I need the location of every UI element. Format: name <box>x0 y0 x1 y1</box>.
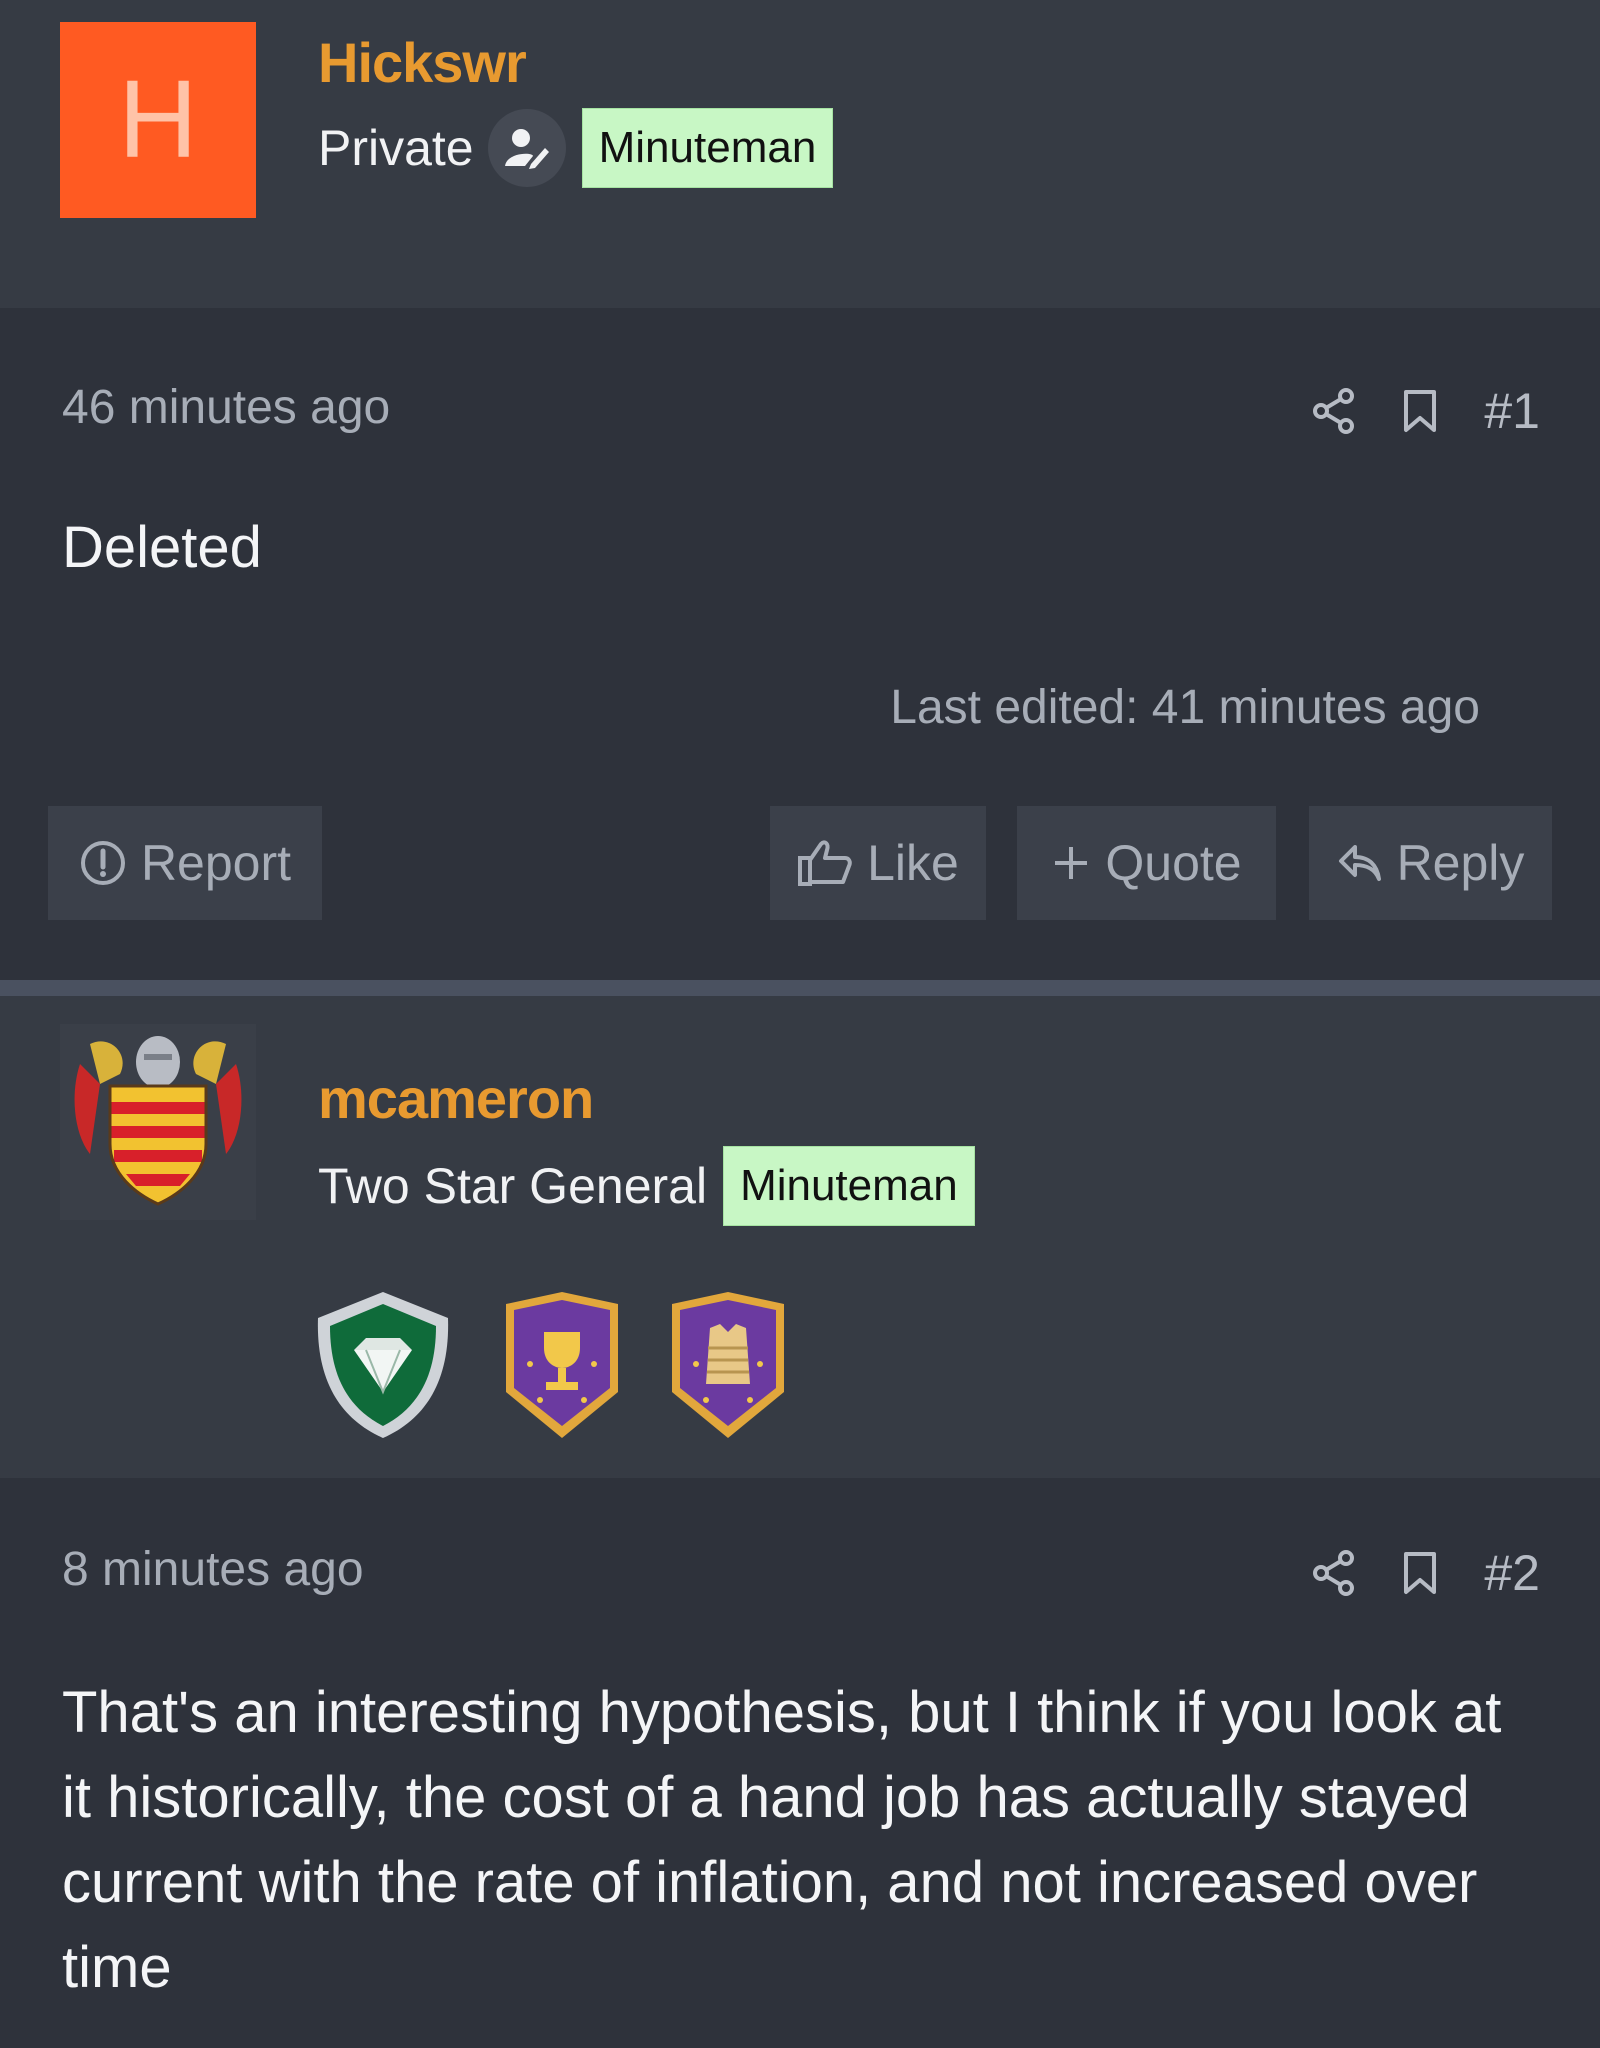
user-rank: Private <box>318 120 474 176</box>
reply-button[interactable]: Reply <box>1309 806 1552 920</box>
post-divider <box>0 980 1600 996</box>
post-2-body: 8 minutes ago #2 That's an interesting h… <box>0 1478 1600 2028</box>
like-label: Like <box>867 835 959 891</box>
post-content: Deleted <box>62 515 262 580</box>
user-badges <box>308 1288 790 1442</box>
thumbs-up-icon <box>797 838 853 888</box>
like-button[interactable]: Like <box>770 806 986 920</box>
user-rank: Two Star General <box>318 1158 708 1214</box>
coat-of-arms-icon <box>74 1036 242 1206</box>
quote-button[interactable]: Quote <box>1017 806 1276 920</box>
bookmark-icon[interactable] <box>1402 388 1438 434</box>
post-number[interactable]: #2 <box>1484 1544 1540 1602</box>
user-rank-row: Private Minuteman <box>318 108 834 188</box>
report-label: Report <box>140 835 292 891</box>
post-content: That's an interesting hypothesis, but I … <box>62 1680 1502 2000</box>
plus-icon <box>1051 843 1091 883</box>
username[interactable]: Hickswr <box>318 30 527 95</box>
user-title-tag: Minuteman <box>723 1146 975 1226</box>
reply-label: Reply <box>1396 835 1525 891</box>
emerald-shield-badge-icon[interactable] <box>308 1288 458 1442</box>
post-timestamp[interactable]: 8 minutes ago <box>62 1542 364 1597</box>
bookmark-icon[interactable] <box>1402 1550 1438 1596</box>
share-icon[interactable] <box>1312 388 1356 434</box>
avatar[interactable]: H <box>60 22 256 218</box>
quote-label: Quote <box>1105 835 1242 891</box>
last-edited-note[interactable]: Last edited: 41 minutes ago <box>890 680 1480 735</box>
post-number[interactable]: #1 <box>1484 382 1540 440</box>
username[interactable]: mcameron <box>318 1066 594 1131</box>
share-icon[interactable] <box>1312 1550 1356 1596</box>
user-rank-row: Two Star General Minuteman <box>318 1146 975 1226</box>
reply-arrow-icon <box>1337 843 1383 883</box>
report-button[interactable]: Report <box>48 806 322 920</box>
post-1-author-header: H Hickswr Private Minuteman <box>0 0 1600 308</box>
trophy-shield-badge-icon[interactable] <box>500 1288 624 1442</box>
alert-circle-icon <box>79 839 127 887</box>
avatar[interactable] <box>60 1024 256 1220</box>
post-2-author-header: mcameron Two Star General Minuteman <box>0 996 1600 1478</box>
post-1-body: 46 minutes ago #1 Deleted Last edited: 4… <box>0 308 1600 980</box>
armor-vest-shield-badge-icon[interactable] <box>666 1288 790 1442</box>
post-meta-actions: #1 <box>1312 382 1540 440</box>
user-edit-icon <box>487 109 566 187</box>
post-timestamp[interactable]: 46 minutes ago <box>62 380 390 435</box>
user-title-tag: Minuteman <box>581 108 834 188</box>
post-meta-actions: #2 <box>1312 1544 1540 1602</box>
